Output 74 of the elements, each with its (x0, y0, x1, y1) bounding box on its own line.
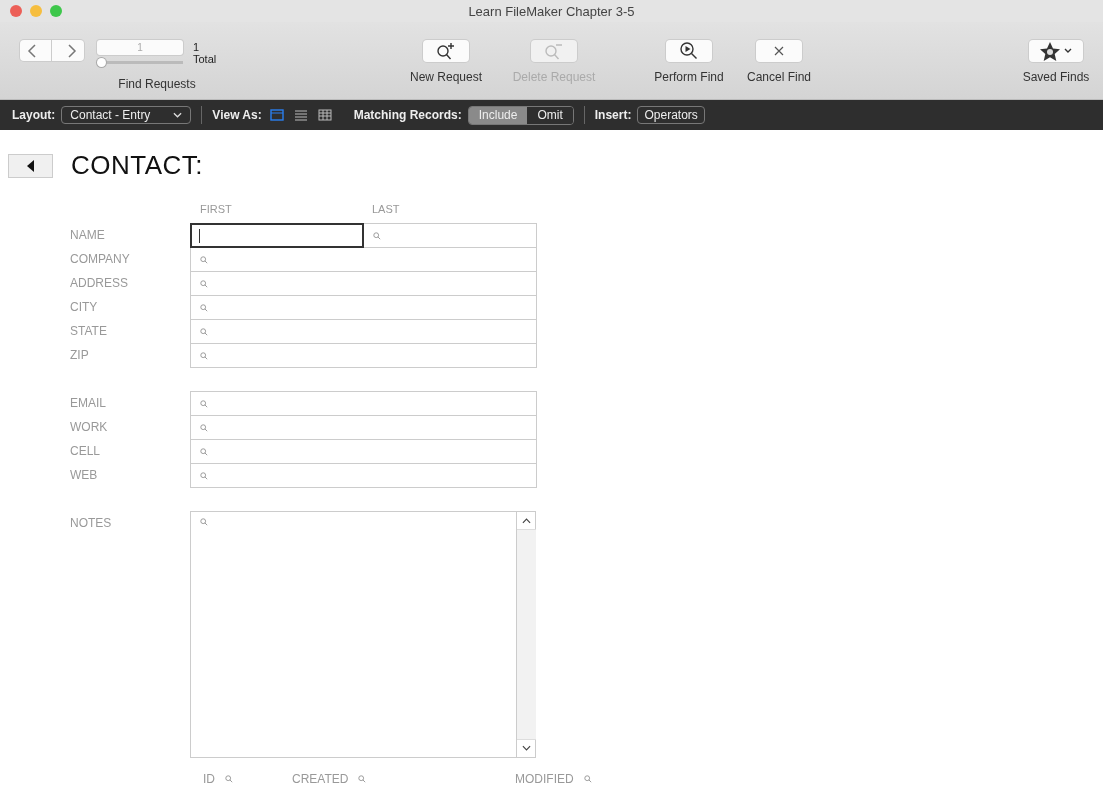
field-label: CREATED (292, 772, 349, 786)
layout-title: CONTACT: (71, 150, 204, 181)
field-label: CITY (69, 299, 99, 316)
minimize-button[interactable] (30, 5, 42, 17)
search-icon (200, 399, 208, 408)
request-count: 1 (193, 41, 201, 53)
scroll-down-icon[interactable] (521, 745, 531, 751)
search-icon (200, 471, 208, 480)
close-icon (774, 46, 784, 56)
search-icon (373, 231, 381, 240)
back-icon[interactable] (27, 43, 38, 58)
delete-request-button[interactable] (531, 40, 577, 62)
search-icon (200, 423, 208, 432)
window-title: Learn FileMaker Chapter 3-5 (468, 3, 635, 19)
matching-records-label: Matching Records: (353, 108, 462, 122)
saved-finds-label: Saved Finds (1022, 70, 1090, 84)
request-slider[interactable] (97, 58, 183, 67)
search-icon[interactable] (225, 775, 233, 783)
search-icon (200, 255, 208, 264)
chevron-down-icon (173, 112, 183, 118)
layout-dropdown[interactable]: Contact - Entry (61, 106, 192, 124)
field-label: STATE (69, 323, 108, 340)
field-label: ADDRESS (69, 275, 129, 292)
field-label: COMPANY (69, 251, 131, 268)
forward-icon[interactable] (66, 43, 77, 58)
input-field[interactable] (190, 223, 364, 248)
cancel-find-button[interactable] (756, 40, 802, 62)
field-label: WORK (69, 419, 109, 436)
search-plus-icon (436, 42, 456, 60)
scrollbar[interactable] (516, 512, 535, 757)
field-label: ID (203, 772, 215, 786)
field-label: NAME (69, 227, 106, 244)
slider-thumb[interactable] (97, 58, 106, 67)
back-button[interactable] (8, 153, 53, 178)
view-as-label: View As: (212, 108, 262, 122)
search-icon (200, 303, 208, 312)
search-minus-icon (544, 42, 564, 60)
star-search-icon (1039, 41, 1073, 61)
perform-find-button[interactable] (666, 40, 712, 62)
new-request-button[interactable] (423, 40, 469, 62)
search-icon[interactable] (358, 775, 367, 783)
column-header: LAST (372, 203, 401, 217)
search-icon (200, 518, 208, 526)
column-header: FIRST (200, 203, 233, 217)
notes-field[interactable] (190, 511, 536, 758)
field-label: EMAIL (69, 395, 107, 412)
search-icon (200, 351, 208, 360)
search-icon (200, 279, 208, 288)
search-icon (200, 327, 208, 336)
field-label: CELL (69, 443, 102, 460)
left-triangle-icon (26, 159, 35, 172)
layout-label: Layout: (12, 108, 56, 122)
field-label: WEB (69, 467, 99, 484)
total-label: Total (193, 53, 217, 65)
text-cursor (199, 228, 200, 243)
operators-button[interactable]: Operators (637, 106, 705, 124)
button-label: New Request (409, 70, 482, 84)
search-icon (200, 447, 208, 456)
form-view-icon[interactable] (267, 109, 286, 121)
field-label: MODIFIED (515, 772, 574, 786)
insert-label: Insert: (594, 108, 632, 122)
saved-finds-button[interactable] (1029, 40, 1083, 62)
record-navigation[interactable] (20, 40, 84, 61)
close-button[interactable] (10, 5, 22, 17)
search-play-icon (679, 41, 699, 61)
button-label: Cancel Find (747, 70, 811, 84)
table-view-icon[interactable] (315, 109, 334, 121)
scroll-up-icon[interactable] (521, 518, 531, 524)
button-label: Perform Find (654, 70, 724, 84)
field-label: NOTES (69, 515, 113, 532)
zoom-button[interactable] (50, 5, 62, 17)
find-requests-label: Find Requests (118, 77, 196, 91)
search-icon[interactable] (583, 775, 592, 783)
field-label: ZIP (69, 347, 90, 364)
